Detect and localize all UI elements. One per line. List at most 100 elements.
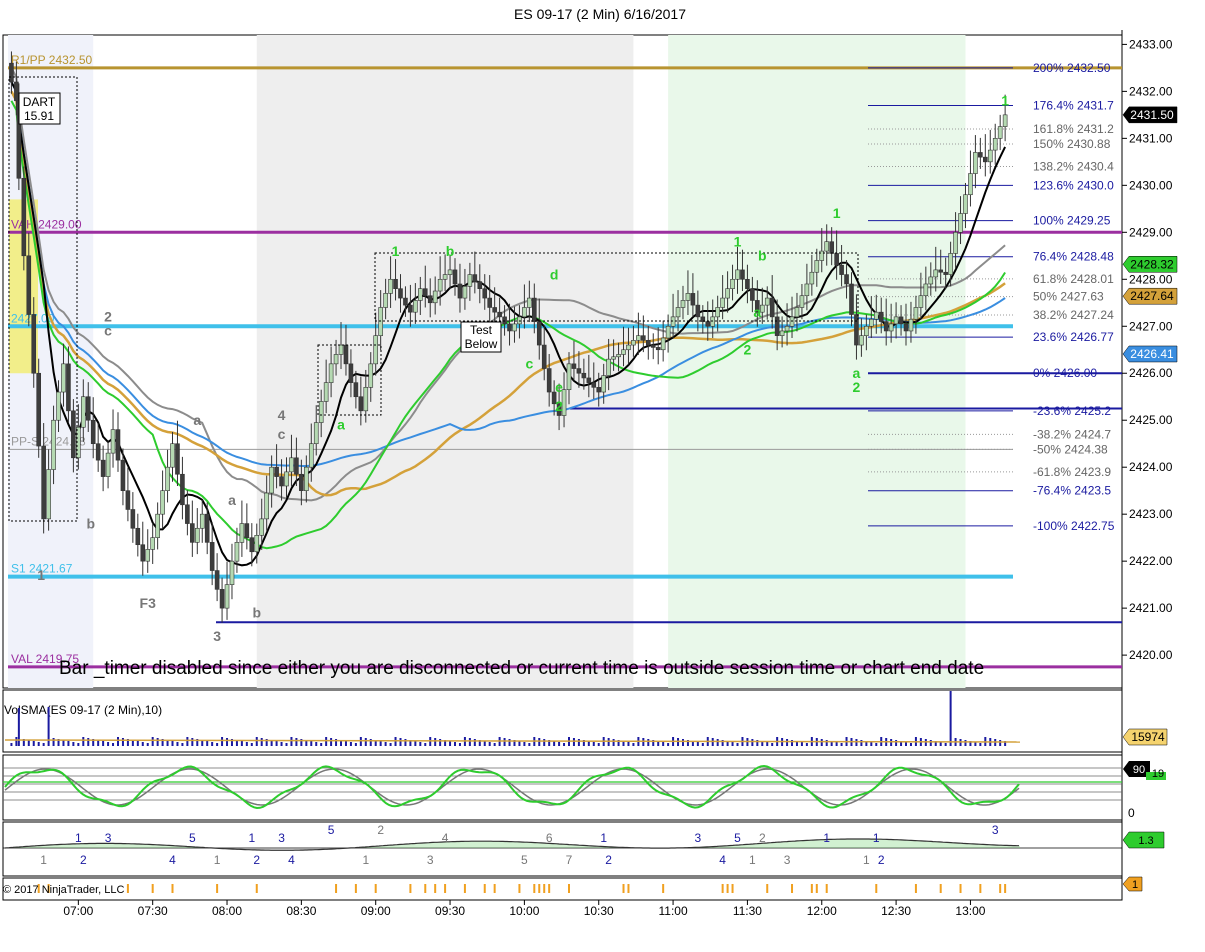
wave-label: 1 [1001,92,1009,108]
price-bar [477,281,483,289]
price-bar [670,316,676,327]
signal-tick [255,884,258,893]
wave-label: b [86,515,95,531]
fib-label: 176.4% 2431.7 [1033,98,1114,112]
price-bar [869,318,874,327]
price-bar [566,363,572,390]
signal-tick [533,884,536,893]
wave-label: a [337,417,345,433]
price-bar [378,307,383,336]
price-tick-label: 2421.00 [1129,601,1173,615]
fib-label: 100% 2429.25 [1033,214,1111,228]
time-tick-label: 10:30 [584,904,614,918]
price-tick-label: 2424.00 [1129,460,1173,474]
time-tick-label: 08:30 [286,904,316,918]
bottom-badge-label: 1 [1132,879,1138,891]
signal-tick [999,884,1002,893]
price-bar [720,297,725,308]
wave-label: 2 [744,341,752,357]
signal-tick [374,884,377,893]
price-bar [115,429,121,461]
price-bar [244,523,250,538]
price-bar [968,173,973,196]
price-bar [799,295,805,308]
signal-tick [825,884,828,893]
dart-label-2: 15.91 [24,109,54,123]
price-bar [229,560,235,585]
wave-count-label: 5 [521,853,528,867]
price-tick-label: 2420.00 [1129,648,1173,662]
wave-label: b [758,247,767,263]
wave-count-label: 4 [288,853,295,867]
price-bar [675,307,681,318]
wave-count-label: 5 [734,831,741,845]
price-bar [973,152,978,174]
wave-count-label: 3 [992,823,999,837]
wave-count-label: 4 [169,853,176,867]
wave-count-label: 7 [566,853,573,867]
price-tick-label: 2433.00 [1129,37,1173,51]
price-bar [363,387,369,412]
wave-count-label: 1 [214,853,221,867]
price-bar [730,278,735,289]
time-tick-label: 11:00 [659,904,688,918]
wave-count-label: 4 [719,853,726,867]
wave-count-label: 3 [427,853,434,867]
price-bar [264,492,269,520]
wave-label: 1 [734,233,742,249]
price-bar [983,156,988,163]
price-bar [1002,114,1008,127]
signal-tick [493,884,496,893]
price-bar [313,422,319,445]
wave-count-label: 5 [189,831,196,845]
price-bar [541,344,547,369]
price-tick-label: 2430.00 [1129,178,1173,192]
price-bar [358,396,364,412]
wave-count-label: 1 [863,853,870,867]
copyright: © 2017 NinjaTrader, LLC [3,884,124,896]
price-bar [878,311,884,322]
price-bar [190,523,195,543]
price-bar [418,288,423,301]
signal-tick [959,884,962,893]
price-bar [66,363,71,412]
wave-label: b [252,605,261,621]
signal-tick [810,884,813,893]
price-bar [492,307,497,313]
price-bar [512,323,517,332]
price-badge-label: 2431.50 [1130,108,1174,122]
price-bar [125,490,131,510]
wave-label: 2 [555,398,563,414]
price-bar [274,466,279,477]
price-bar [913,307,919,320]
fib-label: -76.4% 2423.5 [1033,484,1111,498]
price-bar [918,295,924,308]
price-bar [21,177,27,257]
price-bar [715,307,720,318]
price-bar [472,274,478,282]
wave-label: a [753,304,761,320]
bar-timer-message: Bar _timer disabled since either you are… [59,658,984,679]
price-badge-label: 2428.32 [1130,257,1174,271]
price-bar [110,429,116,454]
price-bar [814,260,820,273]
price-bar [487,297,492,308]
price-bar [948,253,953,275]
price-bar [626,344,631,351]
price-bar [849,283,854,315]
price-bar [546,368,552,393]
price-bar [522,307,527,318]
price-bar [735,269,740,280]
time-tick-label: 09:00 [361,904,391,918]
price-bar [507,323,512,332]
price-bar [150,537,155,550]
dart-label-1: DART [23,95,56,109]
price-badge-label: 2426.41 [1130,347,1174,361]
time-tick-label: 07:30 [138,904,168,918]
price-bar [100,459,106,477]
price-badge-label: 2427.64 [1130,289,1174,303]
price-bar [769,297,775,318]
signal-tick [538,884,541,893]
price-bar [209,542,215,571]
price-bar [517,316,522,325]
